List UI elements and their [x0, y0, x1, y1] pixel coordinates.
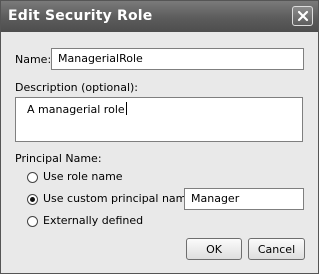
ok-button[interactable]: OK [186, 238, 242, 260]
use-role-name-radio[interactable] [27, 172, 38, 183]
principal-name-label: Principal Name: [15, 152, 102, 165]
ok-button-label: OK [206, 242, 222, 256]
edit-security-role-dialog: Edit Security Role Name: ManagerialRole … [0, 0, 319, 274]
use-custom-principal-radio[interactable] [27, 194, 38, 205]
description-label: Description (optional): [15, 81, 139, 94]
name-label: Name: [15, 53, 52, 66]
cancel-button[interactable]: Cancel [248, 238, 305, 260]
title-bar[interactable]: Edit Security Role [1, 1, 318, 32]
dialog-title: Edit Security Role [8, 8, 153, 24]
close-button[interactable] [292, 6, 313, 26]
use-custom-principal-label[interactable]: Use custom principal name: [43, 192, 197, 205]
custom-principal-input[interactable]: Manager [184, 188, 304, 210]
use-role-name-label[interactable]: Use role name [43, 170, 123, 183]
name-input[interactable]: ManagerialRole [51, 48, 304, 70]
cancel-button-label: Cancel [257, 242, 296, 256]
description-value: A managerial role [27, 103, 125, 116]
description-textarea[interactable]: A managerial role [15, 97, 303, 142]
close-icon [297, 10, 308, 22]
name-input-value: ManagerialRole [58, 52, 143, 65]
text-caret [125, 102, 127, 115]
externally-defined-label[interactable]: Externally defined [43, 214, 143, 227]
custom-principal-value: Manager [191, 192, 240, 205]
externally-defined-radio[interactable] [27, 216, 38, 227]
